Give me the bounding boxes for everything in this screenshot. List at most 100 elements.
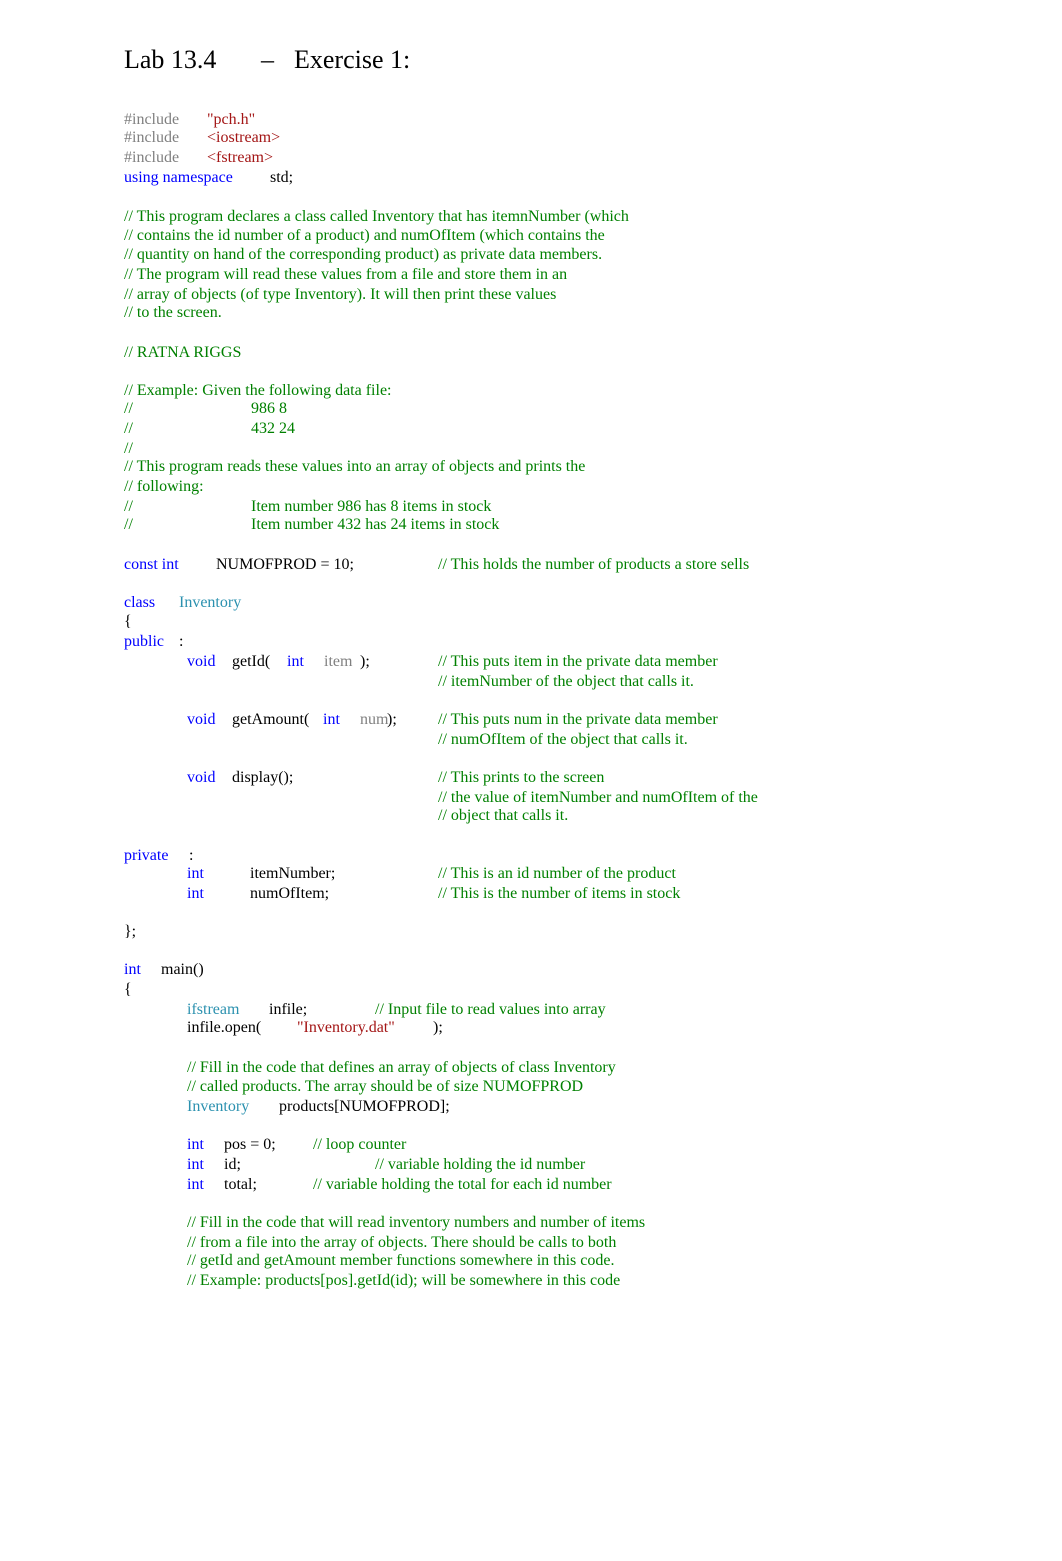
comment-slashes: // (124, 420, 133, 437)
method-comment: // This puts item in the private data me… (438, 653, 718, 670)
var-type: Inventory (187, 1098, 250, 1115)
ifstream-declaration: ifstream infile; // Input file to read v… (124, 1001, 724, 1019)
comment-line: // array of objects (of type Inventory).… (124, 286, 557, 303)
include-line: #include "pch.h" (124, 111, 524, 129)
var-comment: // loop counter (313, 1136, 407, 1153)
page-title: Lab 13.4 – Exercise 1: (124, 44, 410, 76)
colon: : (179, 633, 184, 650)
param-type: int (323, 711, 340, 728)
var-type: ifstream (187, 1001, 240, 1018)
comment-line: // called products. The array should be … (187, 1078, 584, 1095)
comment-line: // (124, 440, 133, 457)
var-name: id; (224, 1156, 241, 1173)
comment-line: // contains the id number of a product) … (124, 227, 605, 244)
comment-line: // to the screen. (124, 304, 222, 321)
comment-line: // The program will read these values fr… (124, 266, 568, 283)
comment-line: // Fill in the code that defines an arra… (187, 1059, 616, 1076)
main-signature: int main() (124, 961, 324, 979)
class-keyword: class (124, 594, 156, 611)
using-keyword: using namespace (124, 169, 233, 186)
include-directive: #include (124, 129, 180, 146)
example-output-line: // Item number 986 has 8 items in stock (124, 498, 724, 516)
member-name: itemNumber; (250, 865, 336, 882)
comment-line: // following: (124, 478, 204, 495)
param-type: int (287, 653, 304, 670)
namespace-name: std; (270, 169, 294, 186)
using-line: using namespace std; (124, 169, 524, 187)
example-data-line: // 986 8 (124, 400, 724, 418)
example-output-line: // Item number 432 has 24 items in stock (124, 516, 724, 534)
member-type: int (187, 885, 204, 902)
example-data-line: // 432 24 (124, 420, 724, 438)
var-name: pos = 0; (224, 1136, 276, 1153)
method-getid: void getId( int item ); // This puts ite… (124, 653, 824, 671)
comment-slashes: // (124, 400, 133, 417)
include-file: "pch.h" (207, 111, 256, 128)
include-directive: #include (124, 111, 180, 128)
method-comment: // This prints to the screen (438, 769, 605, 786)
public-keyword: public (124, 633, 164, 650)
open-brace: { (124, 613, 132, 630)
return-type: void (187, 711, 216, 728)
comment-line: // Example: products[pos].getId(id); wil… (187, 1272, 621, 1289)
member-comment: // This is the number of items in stock (438, 885, 681, 902)
title-dash: – (261, 45, 274, 74)
call-expression: infile.open( (187, 1019, 262, 1036)
array-declaration: Inventory products[NUMOFPROD]; (124, 1098, 724, 1116)
const-keyword: const int (124, 556, 179, 573)
method-display: void display(); // This prints to the sc… (124, 769, 824, 787)
method-name: getAmount( (232, 711, 310, 728)
private-label: private : (124, 847, 324, 865)
class-name: Inventory (179, 594, 242, 611)
lab-number: Lab 13.4 (124, 45, 217, 74)
comment-slashes: // (124, 498, 133, 515)
include-line: #include <fstream> (124, 149, 524, 167)
include-file: <fstream> (207, 149, 274, 166)
include-line: #include <iostream> (124, 129, 524, 147)
var-name: products[NUMOFPROD]; (279, 1098, 450, 1115)
return-type: void (187, 769, 216, 786)
method-name: display(); (232, 769, 294, 786)
var-name: total; (224, 1176, 257, 1193)
comment-line: // quantity on hand of the corresponding… (124, 246, 603, 263)
comment-slashes: // (124, 516, 133, 533)
var-comment: // variable holding the id number (375, 1156, 586, 1173)
member-declaration: int itemNumber; // This is an id number … (124, 865, 824, 883)
class-close: }; (124, 923, 137, 940)
method-comment: // itemNumber of the object that calls i… (438, 673, 694, 690)
method-comment: // object that calls it. (438, 807, 569, 824)
var-declaration: int pos = 0; // loop counter (124, 1136, 724, 1154)
method-getamount: void getAmount( int num ); // This puts … (124, 711, 824, 729)
function-name: main() (161, 961, 204, 978)
include-file: <iostream> (207, 129, 281, 146)
method-name: getId( (232, 653, 271, 670)
colon: : (189, 847, 194, 864)
member-comment: // This is an id number of the product (438, 865, 676, 882)
comment-line: // getId and getAmount member functions … (187, 1252, 615, 1269)
member-declaration: int numOfItem; // This is the number of … (124, 885, 824, 903)
file-name-string: "Inventory.dat" (297, 1019, 395, 1036)
method-end: ); (360, 653, 370, 670)
var-type: int (187, 1176, 204, 1193)
return-type: void (187, 653, 216, 670)
method-comment: // numOfItem of the object that calls it… (438, 731, 688, 748)
comment-line: // from a file into the array of objects… (187, 1234, 617, 1251)
const-declaration: const int NUMOFPROD = 10; // This holds … (124, 556, 824, 574)
method-comment: // the value of itemNumber and numOfItem… (438, 789, 758, 806)
output-text: Item number 986 has 8 items in stock (251, 498, 492, 515)
var-comment: // Input file to read values into array (375, 1001, 606, 1018)
public-label: public : (124, 633, 324, 651)
comment-line: // This program declares a class called … (124, 208, 629, 225)
exercise-label: Exercise 1: (294, 45, 411, 74)
member-type: int (187, 865, 204, 882)
file-open-call: infile.open( "Inventory.dat" ); (124, 1019, 724, 1037)
return-type: int (124, 961, 141, 978)
const-comment: // This holds the number of products a s… (438, 556, 750, 573)
call-end: ); (433, 1019, 443, 1036)
private-keyword: private (124, 847, 169, 864)
output-text: Item number 432 has 24 items in stock (251, 516, 500, 533)
var-type: int (187, 1136, 204, 1153)
method-comment: // This puts num in the private data mem… (438, 711, 718, 728)
open-brace: { (124, 981, 132, 998)
param-name: item (324, 653, 353, 670)
